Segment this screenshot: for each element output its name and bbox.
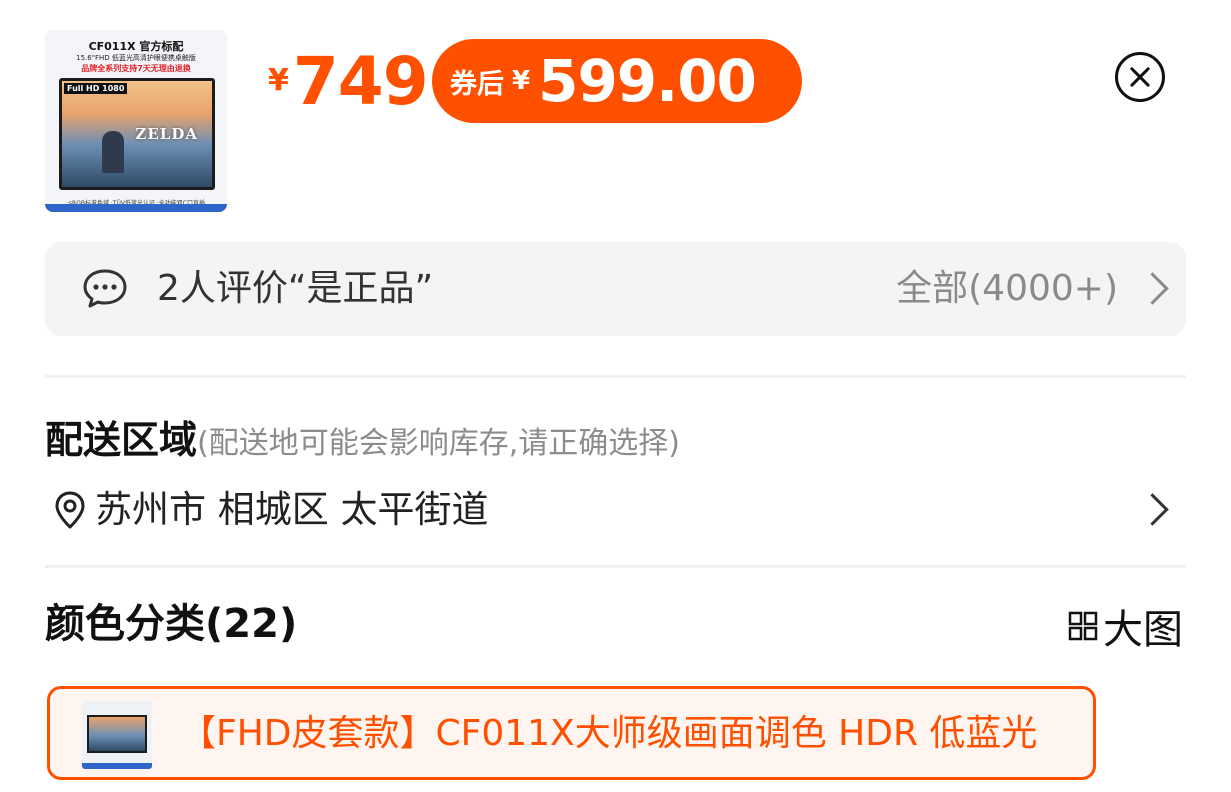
chevron-right-icon (1136, 493, 1169, 526)
divider (45, 375, 1186, 378)
location-pin-icon (55, 491, 85, 529)
thumbnail-monitor-image: Full HD 1080 ZELDA (59, 78, 215, 190)
thumbnail-hero-figure (102, 131, 124, 173)
original-price: ¥749 (268, 43, 429, 120)
thumbnail-feature-bar (45, 204, 227, 212)
all-reviews-link[interactable]: 全部(4000+) (896, 266, 1118, 312)
close-icon[interactable] (1115, 52, 1165, 102)
thumbnail-subtitle: 15.6"FHD 低蓝光高清护眼便携桌触版 (76, 54, 196, 62)
review-summary-bar[interactable]: 2人评价“是正品” 全部(4000+) (45, 242, 1186, 336)
chat-bubble-icon (83, 269, 127, 308)
coupon-label: 券后 (450, 68, 504, 100)
variant-label: 【FHD皮套款】CF011X大师级画面调色 HDR 低蓝光 (180, 713, 1038, 754)
delivery-address-selector[interactable]: 苏州市 相城区 太平街道 (45, 484, 1186, 536)
variant-thumbnail-bar (82, 763, 152, 769)
game-logo: ZELDA (135, 125, 198, 143)
coupon-price-value: 599.00 (538, 47, 757, 115)
delivery-address: 苏州市 相城区 太平街道 (95, 488, 489, 531)
grid-icon (1068, 611, 1098, 641)
variant-option-selected[interactable]: 【FHD皮套款】CF011X大师级画面调色 HDR 低蓝光 (47, 686, 1096, 780)
coupon-price-symbol: ¥ (512, 66, 531, 96)
delivery-hint: (配送地可能会影响库存,请正确选择) (197, 426, 680, 461)
chevron-right-icon (1136, 272, 1169, 305)
color-category-title: 颜色分类(22) (45, 601, 298, 647)
review-summary-text: 2人评价“是正品” (157, 268, 434, 309)
original-price-symbol: ¥ (268, 63, 289, 98)
big-image-label: 大图 (1103, 607, 1183, 653)
delivery-section-title: 配送区域(配送地可能会影响库存,请正确选择) (45, 416, 680, 472)
variant-thumbnail (82, 701, 152, 769)
variant-thumbnail-screen (87, 715, 147, 753)
delivery-title: 配送区域 (45, 418, 198, 462)
sku-selector-sheet: CF011X 官方标配 15.6"FHD 低蓝光高清护眼便携桌触版 品牌全系列支… (0, 0, 1231, 792)
thumbnail-title: CF011X 官方标配 (88, 40, 184, 53)
coupon-price-badge: 券后 ¥ 599.00 (432, 39, 802, 123)
product-thumbnail[interactable]: CF011X 官方标配 15.6"FHD 低蓝光高清护眼便携桌触版 品牌全系列支… (45, 30, 227, 212)
divider (45, 565, 1186, 568)
thumbnail-promo: 品牌全系列支持7天无理由退换 (81, 64, 191, 73)
full-hd-badge: Full HD 1080 (64, 83, 128, 94)
original-price-value: 749 (292, 43, 429, 120)
big-image-toggle[interactable]: 大图 (1067, 600, 1183, 653)
